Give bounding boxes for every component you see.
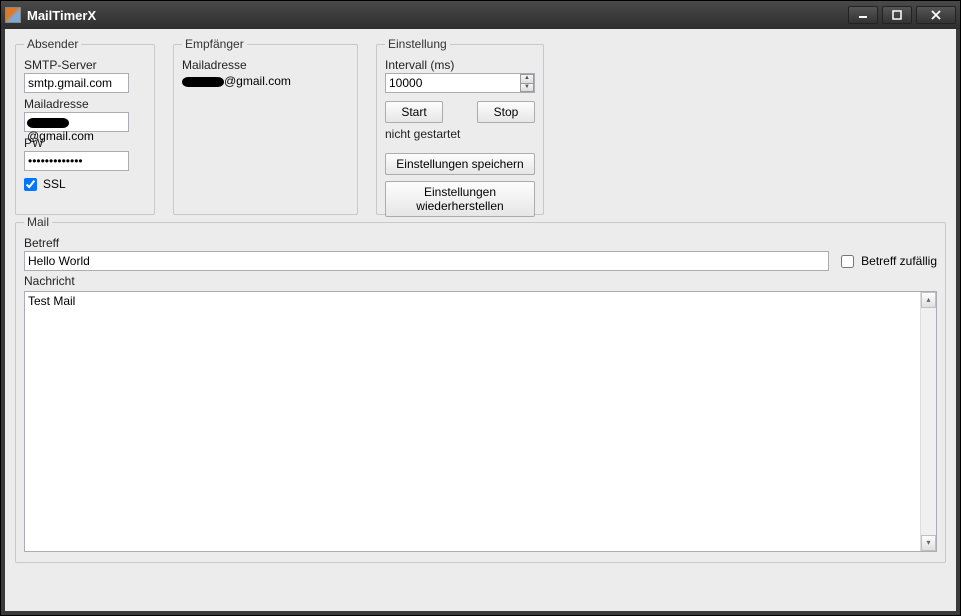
settings-legend: Einstellung	[385, 37, 450, 51]
settings-group: Einstellung Intervall (ms) ▲ ▼ Start Sto…	[376, 37, 544, 215]
subject-random-wrap[interactable]: Betreff zufällig	[837, 252, 937, 271]
subject-random-checkbox[interactable]	[841, 255, 854, 268]
pw-input[interactable]	[24, 151, 129, 171]
restore-settings-button[interactable]: Einstellungen wiederherstellen	[385, 181, 535, 217]
recipient-group: Empfänger Mailadresse @gmail.com	[173, 37, 358, 215]
recipient-legend: Empfänger	[182, 37, 247, 51]
recipient-mail-value: @gmail.com	[182, 74, 349, 88]
spinner-down-icon[interactable]: ▼	[520, 83, 534, 93]
window-title: MailTimerX	[27, 8, 848, 23]
smtp-input[interactable]	[24, 73, 129, 93]
sender-legend: Absender	[24, 37, 81, 51]
recipient-mail-suffix: @gmail.com	[224, 74, 291, 88]
interval-label: Intervall (ms)	[385, 58, 535, 72]
subject-label: Betreff	[24, 236, 937, 250]
client-area: Absender SMTP-Server Mailadresse @gmail.…	[1, 29, 960, 615]
message-textarea[interactable]	[25, 292, 920, 551]
spinner-up-icon[interactable]: ▲	[520, 74, 534, 83]
mail-legend: Mail	[24, 215, 52, 229]
minimize-button[interactable]	[848, 6, 878, 24]
app-icon	[5, 7, 21, 23]
pw-label: PW	[24, 136, 146, 150]
sender-group: Absender SMTP-Server Mailadresse @gmail.…	[15, 37, 155, 215]
app-window: MailTimerX Absender SMTP-Server Mailadre…	[0, 0, 961, 616]
sender-mail-input[interactable]	[24, 112, 129, 132]
scroll-down-icon[interactable]: ▾	[921, 535, 936, 551]
maximize-button[interactable]	[882, 6, 912, 24]
titlebar[interactable]: MailTimerX	[1, 1, 960, 29]
close-button[interactable]	[916, 6, 956, 24]
message-label: Nachricht	[24, 274, 937, 288]
save-settings-button[interactable]: Einstellungen speichern	[385, 153, 535, 175]
subject-random-label: Betreff zufällig	[861, 254, 937, 268]
scroll-up-icon[interactable]: ▴	[921, 292, 936, 308]
recipient-mail-redacted	[182, 77, 224, 87]
interval-input[interactable]	[385, 73, 535, 93]
interval-spinner[interactable]: ▲ ▼	[520, 74, 534, 92]
smtp-label: SMTP-Server	[24, 58, 146, 72]
stop-button[interactable]: Stop	[477, 101, 535, 123]
recipient-mail-label: Mailadresse	[182, 58, 349, 72]
ssl-label: SSL	[43, 177, 66, 191]
ssl-checkbox[interactable]	[24, 178, 37, 191]
subject-input[interactable]	[24, 251, 829, 271]
status-text: nicht gestartet	[385, 127, 535, 141]
start-button[interactable]: Start	[385, 101, 443, 123]
sender-mail-label: Mailadresse	[24, 97, 146, 111]
mail-group: Mail Betreff Betreff zufällig Nachricht …	[15, 215, 946, 563]
message-scrollbar[interactable]: ▴ ▾	[920, 292, 936, 551]
